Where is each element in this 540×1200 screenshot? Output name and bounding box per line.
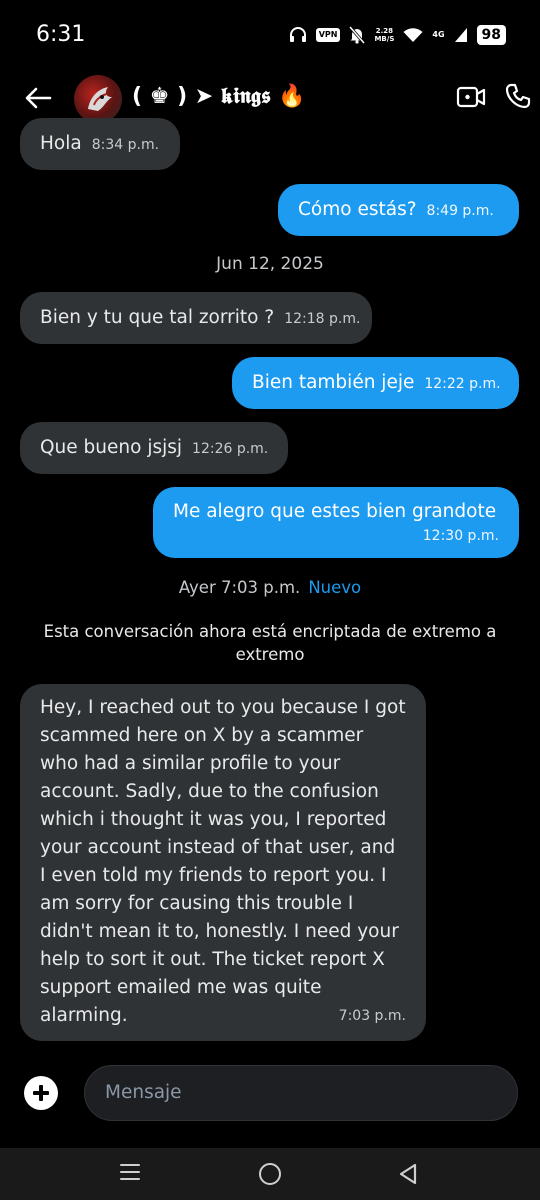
dragon-avatar-icon xyxy=(88,87,112,111)
home-circle-icon[interactable] xyxy=(259,1163,281,1185)
message-time: 12:30 p.m. xyxy=(422,528,499,544)
message-time: 8:34 p.m. xyxy=(91,137,160,153)
message-bubble-outgoing[interactable]: Cómo estás? 8:49 p.m. xyxy=(278,184,519,236)
add-attachment-button[interactable] xyxy=(24,1076,58,1110)
chat-title[interactable]: ( ♚ ) ➤ 𝖐𝖎𝖓𝖌𝖘 🔥 xyxy=(132,84,306,109)
message-text: Bien también jeje xyxy=(252,372,415,393)
message-text: Hola xyxy=(40,133,82,154)
message-time: 7:03 p.m. xyxy=(338,1008,406,1024)
recent-apps-icon[interactable] xyxy=(120,1164,140,1182)
avatar[interactable] xyxy=(74,75,122,123)
status-icons: VPN 2.28 MB/S 4G 98 xyxy=(289,24,506,46)
new-messages-separator: Ayer 7:03 p.m. Nuevo xyxy=(0,578,540,597)
message-input[interactable]: Mensaje xyxy=(84,1065,518,1121)
new-badge: Nuevo xyxy=(308,578,362,597)
message-bubble-incoming[interactable]: Que bueno jsjsj 12:26 p.m. xyxy=(20,422,288,474)
message-time: 12:26 p.m. xyxy=(192,441,269,457)
message-bubble-outgoing[interactable]: Me alegro que estes bien grandote 12:30 … xyxy=(153,487,519,558)
signal-icon xyxy=(454,28,467,42)
message-bubble-incoming[interactable]: Bien y tu que tal zorrito ? 12:18 p.m. xyxy=(20,292,372,344)
network-speed: 2.28 MB/S xyxy=(374,27,395,43)
message-composer: Mensaje xyxy=(0,1062,540,1124)
status-bar: 6:31 VPN 2.28 MB/S 4G 98 xyxy=(0,0,540,70)
network-type: 4G xyxy=(432,30,445,39)
message-bubble-outgoing[interactable]: Bien también jeje 12:22 p.m. xyxy=(232,357,519,409)
message-text: Hey, I reached out to you because I got … xyxy=(40,697,406,1026)
status-time: 6:31 xyxy=(36,22,86,47)
message-time: 8:49 p.m. xyxy=(426,203,494,219)
message-text: Bien y tu que tal zorrito ? xyxy=(40,307,275,328)
date-separator: Jun 12, 2025 xyxy=(216,254,324,274)
message-bubble-incoming[interactable]: Hola 8:34 p.m. xyxy=(20,118,180,170)
encryption-notice: Esta conversación ahora está encriptada … xyxy=(43,622,497,664)
new-separator-time: Ayer 7:03 p.m. xyxy=(178,578,301,597)
system-nav-bar xyxy=(0,1148,540,1200)
video-call-icon[interactable] xyxy=(456,84,486,110)
headphones-icon xyxy=(289,27,306,42)
message-time: 12:22 p.m. xyxy=(424,376,501,392)
message-text: Que bueno jsjsj xyxy=(40,437,183,458)
message-text: Cómo estás? xyxy=(298,199,417,220)
message-bubble-incoming[interactable]: Hey, I reached out to you because I got … xyxy=(20,684,426,1041)
mute-bell-icon xyxy=(349,26,366,44)
battery-indicator: 98 xyxy=(476,25,506,45)
back-arrow-icon[interactable] xyxy=(24,84,52,112)
message-time: 12:18 p.m. xyxy=(284,311,361,327)
wifi-icon xyxy=(403,28,423,42)
vpn-badge: VPN xyxy=(315,28,341,42)
back-triangle-icon[interactable] xyxy=(398,1163,418,1185)
phone-call-icon[interactable] xyxy=(504,82,532,110)
message-text: Me alegro que estes bien grandote xyxy=(173,501,497,522)
